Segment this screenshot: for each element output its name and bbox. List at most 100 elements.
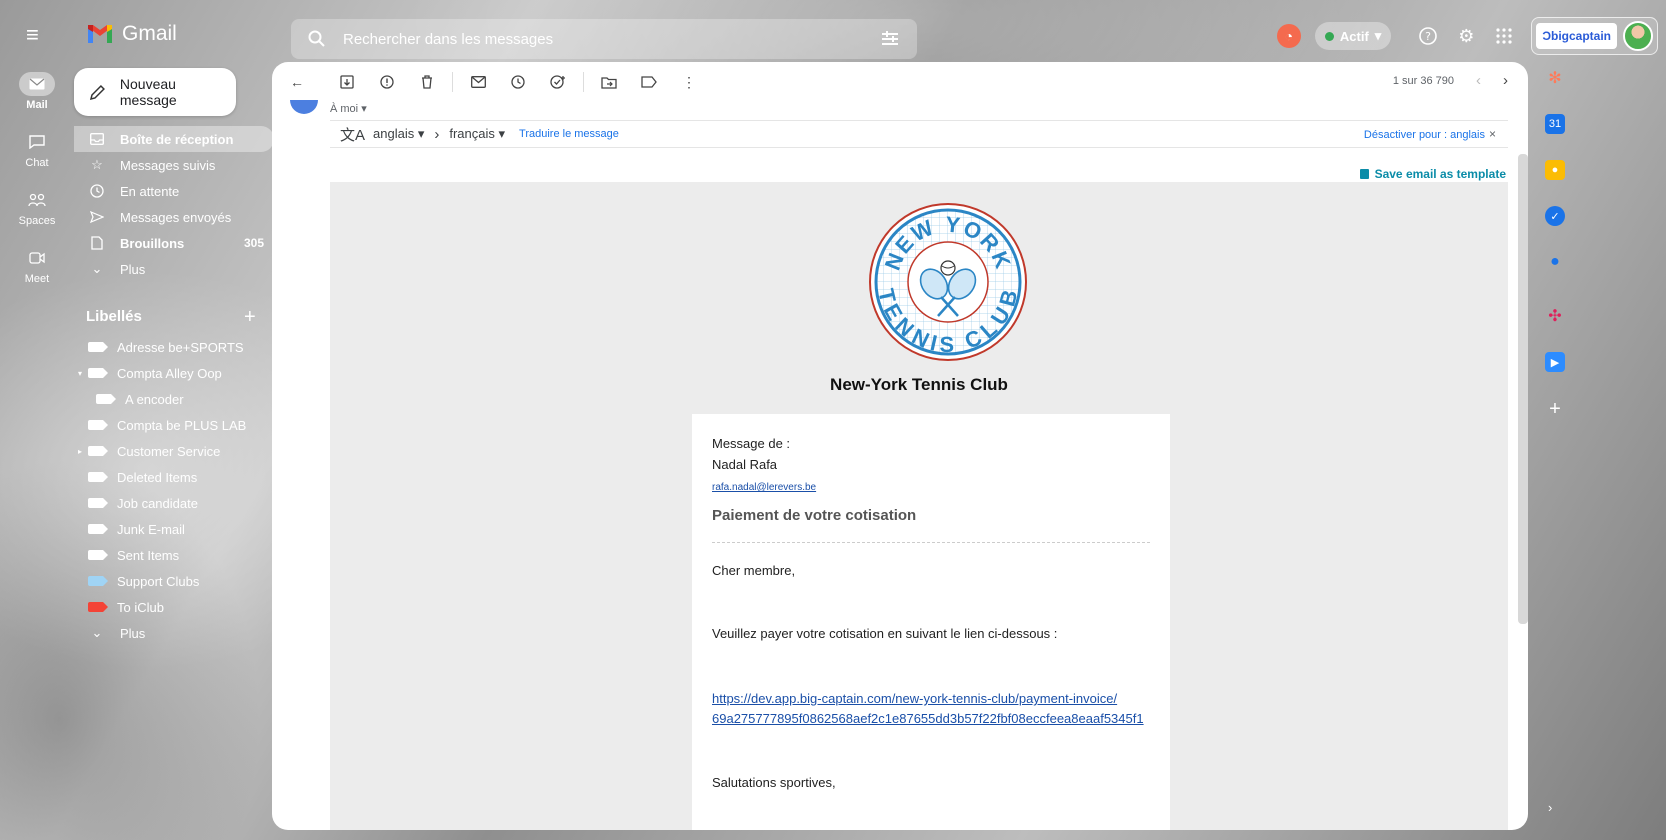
label-item[interactable]: A encoder [74, 386, 274, 412]
drafts-count: 305 [243, 236, 264, 250]
gmail-logo[interactable]: Gmail [86, 22, 177, 46]
previous-icon[interactable]: ‹ [1476, 72, 1481, 89]
settings-icon[interactable]: ⚙ [1447, 17, 1485, 55]
nav-item-snoozed[interactable]: En attente [74, 178, 274, 204]
compose-button[interactable]: Nouveau message [74, 68, 236, 116]
label-item[interactable]: ▾ Compta Alley Oop [74, 360, 274, 386]
message-card: Message de : Nadal Rafa rafa.nadal@lerev… [692, 414, 1170, 830]
app-name: Gmail [122, 22, 177, 45]
chat-icon [19, 130, 55, 154]
expand-side-panel-icon[interactable]: › [1548, 800, 1552, 815]
archive-icon[interactable] [332, 67, 362, 97]
label-item[interactable]: Compta be PLUS LAB [74, 412, 274, 438]
delete-icon[interactable] [412, 67, 442, 97]
folder-nav: Boîte de réception ☆ Messages suivis En … [74, 126, 274, 282]
source-language-select[interactable]: anglais ▾ [373, 126, 424, 142]
recipient-label: À moi [330, 103, 359, 115]
pager-text: 1 sur 36 790 [1392, 74, 1454, 87]
zoom-icon[interactable]: ▶ [1545, 352, 1565, 372]
label-tag-icon [88, 576, 108, 586]
org-logo-text: bigcaptain [1550, 29, 1611, 43]
payment-link[interactable]: https://dev.app.big-captain.com/new-york… [712, 689, 1150, 729]
label-item[interactable]: Support Clubs [74, 568, 274, 594]
nav-item-more[interactable]: ⌄ Plus [74, 256, 274, 282]
disable-translation[interactable]: Désactiver pour : anglais × [1364, 127, 1496, 141]
expand-arrow-icon[interactable]: ▾ [78, 369, 82, 378]
close-icon[interactable]: × [1489, 127, 1496, 141]
main-menu-icon[interactable]: ≡ [26, 24, 48, 46]
nav-label: En attente [120, 183, 180, 199]
label-tag-icon [88, 524, 108, 534]
email-body: NEW YORK TENNIS CLUB New-York Tennis Clu… [330, 182, 1508, 830]
status-selector[interactable]: Actif ▾ [1314, 22, 1392, 50]
contacts-icon[interactable]: ● [1545, 252, 1565, 272]
rail-label: Chat [25, 157, 49, 169]
search-icon[interactable] [307, 29, 327, 49]
mark-unread-icon[interactable] [463, 67, 493, 97]
organization-logo: Ɔbigcaptain [1536, 23, 1617, 49]
label-name: Adresse be+SPORTS [117, 339, 244, 355]
expand-arrow-icon[interactable]: ▸ [78, 447, 82, 456]
hubspot-icon[interactable]: ✻ [1545, 68, 1565, 88]
nav-item-starred[interactable]: ☆ Messages suivis [74, 152, 274, 178]
toolbar-divider [583, 72, 584, 92]
label-list: Adresse be+SPORTS ▾ Compta Alley Oop A en… [74, 334, 274, 646]
tasks-icon[interactable]: ✓ [1545, 206, 1565, 226]
label-tag-icon [88, 368, 108, 378]
rail-item-chat[interactable]: Chat [8, 130, 66, 188]
rail-item-mail[interactable]: Mail [8, 72, 66, 130]
account-switcher[interactable]: Ɔbigcaptain [1531, 17, 1658, 55]
add-task-icon[interactable] [543, 67, 573, 97]
nav-item-sent[interactable]: Messages envoyés [74, 204, 274, 230]
apps-icon[interactable] [1485, 17, 1523, 55]
disable-translation-label: Désactiver pour : anglais [1363, 129, 1485, 141]
rail-item-spaces[interactable]: Spaces [8, 188, 66, 246]
more-options-icon[interactable]: ⋮ [674, 67, 704, 97]
translate-message-link[interactable]: Traduire le message [519, 128, 619, 140]
payment-link-line1[interactable]: https://dev.app.big-captain.com/new-york… [712, 689, 1150, 709]
add-addon-icon[interactable]: + [1540, 398, 1570, 421]
report-spam-icon[interactable] [372, 67, 402, 97]
add-label-button[interactable]: + [244, 306, 256, 329]
label-item[interactable]: Deleted Items [74, 464, 274, 490]
back-arrow-icon[interactable]: ← [282, 67, 312, 97]
rail-label: Meet [24, 273, 50, 285]
payment-link-line2[interactable]: 69a275777895f0862568aef2c1e87655dd3b57f2… [712, 709, 1150, 729]
rail-item-meet[interactable]: Meet [8, 246, 66, 304]
scrollbar[interactable] [1518, 154, 1528, 624]
from-email-link[interactable]: rafa.nadal@lerevers.be [712, 482, 1150, 493]
label-item[interactable]: Job candidate [74, 490, 274, 516]
label-tag-icon [88, 550, 108, 560]
search-bar[interactable]: Rechercher dans les messages [291, 19, 917, 59]
slack-icon[interactable]: ✣ [1545, 306, 1565, 326]
recipient-details[interactable]: À moi ▾ [330, 102, 367, 115]
calendar-icon[interactable]: 31 [1545, 114, 1565, 134]
toolbar-divider [452, 72, 453, 92]
move-to-icon[interactable] [594, 67, 624, 97]
label-item[interactable]: Junk E-mail [74, 516, 274, 542]
nav-item-drafts[interactable]: Brouillons 305 [74, 230, 274, 256]
label-item[interactable]: To iClub [74, 594, 274, 620]
next-icon[interactable]: › [1503, 72, 1508, 89]
keep-icon[interactable]: ● [1545, 160, 1565, 180]
label-item[interactable]: Adresse be+SPORTS [74, 334, 274, 360]
help-icon[interactable]: ? [1409, 17, 1447, 55]
target-language-select[interactable]: français ▾ [449, 126, 505, 142]
avatar[interactable] [1623, 21, 1653, 51]
search-input[interactable]: Rechercher dans les messages [343, 31, 879, 48]
extension-icon[interactable]: ◔ [1276, 24, 1301, 48]
label-name: Compta be PLUS LAB [117, 417, 247, 433]
template-icon [1359, 169, 1369, 179]
save-template-button[interactable]: Save email as template [1359, 167, 1506, 181]
label-item[interactable]: Sent Items [74, 542, 274, 568]
search-options-icon[interactable] [879, 28, 901, 50]
translation-bar: 文A anglais ▾ › français ▾ Traduire le me… [330, 120, 1508, 148]
nav-item-inbox[interactable]: Boîte de réception [74, 126, 274, 152]
labels-more[interactable]: ⌄ Plus [74, 620, 274, 646]
snooze-icon[interactable] [503, 67, 533, 97]
status-label: Actif [1339, 28, 1369, 44]
closing: Salutations sportives, [712, 775, 836, 790]
pagination: 1 sur 36 790 ‹ › [1393, 72, 1508, 89]
label-icon[interactable] [634, 67, 664, 97]
label-item[interactable]: ▸ Customer Service [74, 438, 274, 464]
